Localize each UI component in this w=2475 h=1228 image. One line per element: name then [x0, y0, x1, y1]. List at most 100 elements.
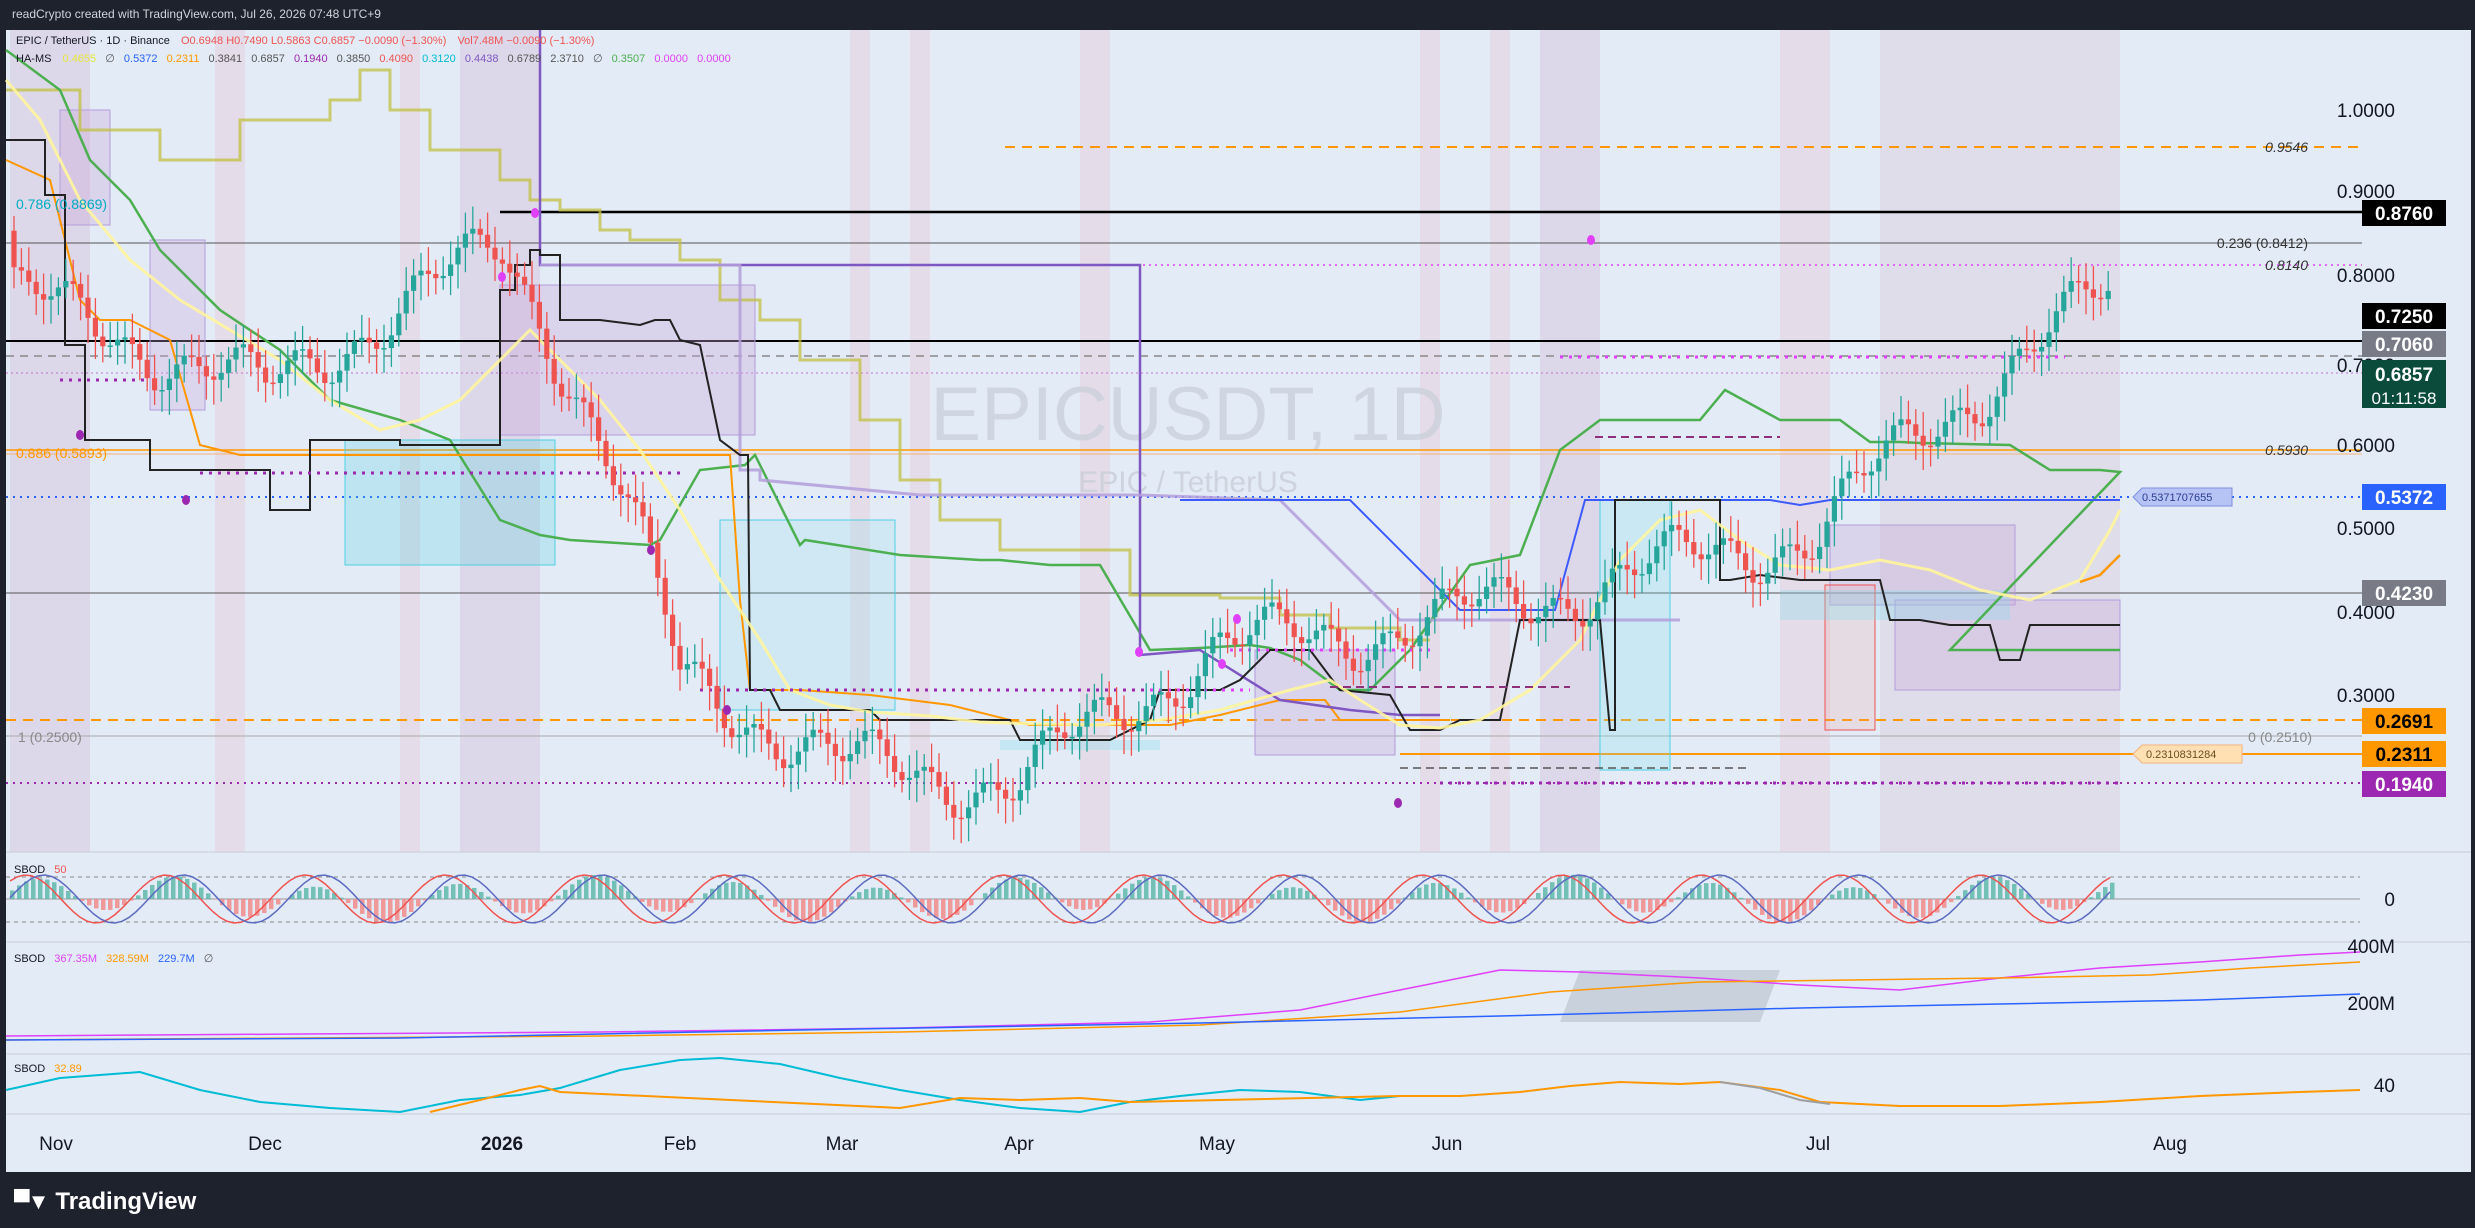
candle-body	[18, 267, 24, 271]
candle-body	[1979, 423, 1985, 427]
candle-body	[1661, 531, 1667, 547]
candle-body	[388, 335, 394, 349]
candle-body	[1047, 727, 1053, 731]
candle-body	[226, 359, 232, 373]
oscillator-bar	[1291, 887, 1296, 899]
price-label: 0.2691	[2375, 712, 2434, 733]
oscillator-bar	[1284, 887, 1289, 899]
annotation-label: 0.8140	[2265, 257, 2308, 273]
candle-body	[1587, 619, 1593, 627]
candle-body	[1003, 789, 1009, 799]
candle-body	[1491, 577, 1497, 587]
candle-body	[337, 370, 343, 383]
oscillator-bar	[941, 899, 946, 919]
session-band	[910, 30, 930, 852]
oscillator-bar	[2110, 882, 2115, 899]
candle-body	[292, 350, 298, 361]
oscillator-bar	[1494, 899, 1499, 913]
candle-body	[263, 367, 269, 383]
candle-body	[1928, 445, 1934, 448]
oscillator-bar	[1060, 899, 1065, 903]
candle-body	[1121, 718, 1127, 731]
oscillator-bar	[108, 899, 113, 910]
candle-body	[1654, 546, 1660, 564]
oscillator-bar	[1704, 883, 1709, 899]
oscillator-bar	[1431, 883, 1436, 899]
candle-body	[1868, 471, 1874, 476]
callout-label: 0.2310831284	[2146, 749, 2216, 761]
candle-body	[1091, 699, 1097, 712]
candle-body	[448, 264, 454, 276]
candle-body	[41, 294, 47, 300]
oscillator-bar	[206, 893, 211, 899]
oscillator-bar	[1368, 899, 1373, 922]
oscillator-bar	[647, 899, 652, 907]
candle-body	[1817, 546, 1823, 560]
pane-value: 50	[54, 864, 66, 876]
oscillator-bar	[1697, 884, 1702, 899]
oscillator-bar	[1137, 879, 1142, 899]
oscillator-bar	[1718, 884, 1723, 899]
candle-body	[1558, 597, 1564, 600]
oscillator-bar	[2040, 899, 2045, 904]
candle-body	[840, 755, 846, 762]
candle-body	[936, 772, 942, 787]
oscillator-bar	[94, 899, 99, 909]
indicator-value: 0.3850	[337, 53, 371, 65]
candle-body	[707, 668, 713, 686]
candle-body	[758, 723, 764, 730]
indicator-value: ∅	[593, 53, 603, 65]
candle-body	[1498, 577, 1504, 579]
oscillator-bar	[1487, 899, 1492, 911]
candle-body	[433, 273, 439, 279]
watermark-ticker: EPICUSDT, 1D	[930, 372, 1445, 457]
candle-body	[929, 766, 935, 773]
chart-canvas[interactable]: EPICUSDT, 1D EPIC / TetherUS readCrypto …	[0, 0, 2475, 1172]
pane-value: 367.35M	[54, 953, 97, 965]
candle-body	[973, 792, 979, 808]
oscillator-bar	[878, 887, 883, 899]
oscillator-bar	[1256, 899, 1261, 904]
candle-body	[1151, 694, 1157, 707]
oscillator-bar	[297, 890, 302, 899]
candle-body	[618, 485, 624, 495]
volume-values: Vol7.48M −0.0090 (−1.30%)	[457, 35, 594, 47]
oscillator-bar	[514, 899, 519, 913]
candle-body	[1343, 641, 1349, 659]
candle-body	[1617, 564, 1623, 569]
candle-body	[2016, 348, 2022, 357]
oscillator-bar	[318, 887, 323, 899]
indicator-value: 0.2311	[167, 53, 200, 65]
candle-body	[1254, 619, 1260, 636]
candle-body	[1646, 563, 1652, 575]
candle-body	[2076, 281, 2082, 283]
oscillator-bar	[451, 884, 456, 899]
oscillator-bar	[1067, 899, 1072, 907]
candle-body	[921, 766, 927, 771]
candle-body	[470, 228, 476, 234]
candle-body	[1276, 602, 1282, 610]
candle-body	[129, 337, 135, 345]
brand[interactable]: ▀▼ TradingView	[14, 1188, 196, 1216]
candle-body	[1854, 471, 1860, 474]
candle-body	[1898, 419, 1904, 426]
candle-body	[329, 382, 335, 385]
candle-body	[233, 347, 239, 360]
price-label: 0.4230	[2375, 584, 2433, 605]
oscillator-bar	[1319, 899, 1324, 900]
candle-body	[1669, 524, 1675, 532]
oscillator-bar	[1788, 899, 1793, 922]
box	[1780, 590, 2010, 620]
oscillator-bar	[528, 899, 533, 913]
candle-body	[1706, 554, 1712, 560]
oscillator-bar	[1956, 896, 1961, 899]
oscillator-bar	[1396, 899, 1401, 904]
candle-body	[2024, 348, 2030, 351]
candle-body	[1891, 425, 1897, 441]
candle-body	[825, 732, 831, 744]
candle-body	[625, 494, 631, 498]
candle-body	[781, 759, 787, 769]
oscillator-bar	[1081, 899, 1086, 911]
candle-body	[85, 297, 91, 318]
candle-body	[1972, 414, 1978, 424]
